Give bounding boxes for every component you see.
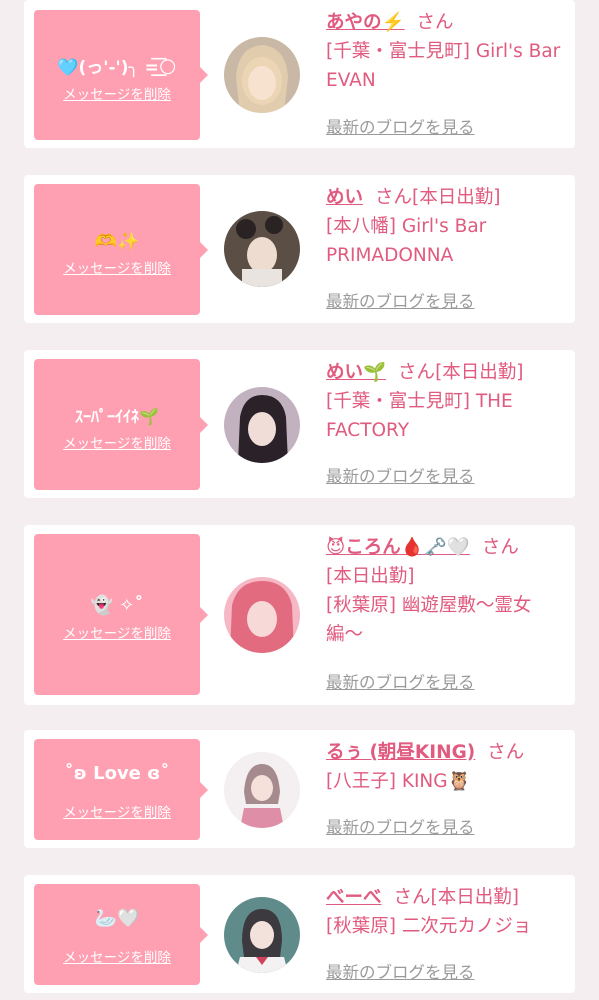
latest-blog-link[interactable]: 最新のブログを見る: [326, 288, 475, 312]
delete-message-link[interactable]: メッセージを削除: [34, 804, 200, 822]
latest-blog-link[interactable]: 最新のブログを見る: [326, 814, 475, 838]
message-card: ˚ʚ Love ɞ˚ メッセージを削除 るぅ (朝昼KING) さん [八王子] …: [24, 730, 575, 848]
attendance-status: [本日出勤]: [430, 887, 519, 908]
avatar[interactable]: [224, 752, 300, 828]
honorific: さん: [393, 887, 431, 908]
message-text: 🩵(っ'-')╮ =͟͟͞͞🌕: [57, 57, 177, 78]
latest-blog-link[interactable]: 最新のブログを見る: [326, 114, 475, 138]
girl-info: めい🌱 さん[本日出勤] [千葉・富士見町] THE FACTORY: [326, 358, 566, 445]
shop-name: [千葉・富士見町] THE FACTORY: [326, 391, 513, 441]
avatar[interactable]: [224, 577, 300, 653]
delete-message-link[interactable]: メッセージを削除: [34, 625, 200, 643]
message-card: 🦢🤍 メッセージを削除 べーべ さん[本日出勤] [秋葉原] 二次元カノジョ 最新…: [24, 875, 575, 993]
message-card: 🫶✨ メッセージを削除 めい さん[本日出勤] [本八幡] Girl's Bar …: [24, 175, 575, 323]
latest-blog-link[interactable]: 最新のブログを見る: [326, 669, 475, 693]
shop-name: [秋葉原] 二次元カノジョ: [326, 916, 532, 937]
delete-message-link[interactable]: メッセージを削除: [34, 260, 200, 278]
message-bubble: 🫶✨ メッセージを削除: [34, 184, 208, 315]
honorific: さん: [398, 362, 436, 383]
girl-name-link[interactable]: あやの⚡️: [326, 12, 405, 33]
avatar[interactable]: [224, 211, 300, 287]
message-bubble: ｽｰﾊﾟｰｲｲﾈ🌱 メッセージを削除: [34, 359, 208, 490]
latest-blog-link[interactable]: 最新のブログを見る: [326, 959, 475, 983]
girl-name-link[interactable]: 😈ころん🩸🗝️🤍: [326, 537, 470, 558]
avatar[interactable]: [224, 387, 300, 463]
honorific: さん: [481, 537, 519, 558]
girl-info: べーべ さん[本日出勤] [秋葉原] 二次元カノジョ: [326, 883, 566, 941]
girl-info: めい さん[本日出勤] [本八幡] Girl's Bar PRIMADONNA: [326, 183, 566, 270]
girl-info: 😈ころん🩸🗝️🤍 さん [本日出勤] [秋葉原] 幽遊屋敷〜霊女編〜: [326, 533, 566, 649]
avatar[interactable]: [224, 897, 300, 973]
delete-message-link[interactable]: メッセージを削除: [34, 86, 200, 104]
shop-name: [秋葉原] 幽遊屋敷〜霊女編〜: [326, 595, 532, 645]
shop-name: [千葉・富士見町] Girl's Bar EVAN: [326, 41, 561, 91]
attendance-status: [本日出勤]: [412, 187, 501, 208]
message-text: 🦢🤍: [94, 908, 140, 930]
message-text: 👻 ✧˚: [90, 595, 144, 617]
girl-name-link[interactable]: るぅ (朝昼KING): [326, 742, 475, 763]
message-card: ｽｰﾊﾟｰｲｲﾈ🌱 メッセージを削除 めい🌱 さん[本日出勤] [千葉・富士見町]…: [24, 350, 575, 498]
shop-name: [本八幡] Girl's Bar PRIMADONNA: [326, 216, 487, 266]
honorific: さん: [487, 742, 525, 763]
attendance-status: [本日出勤]: [326, 566, 415, 587]
message-card: 🩵(っ'-')╮ =͟͟͞͞🌕 メッセージを削除 あやの⚡️ さん [千葉・富士見…: [24, 0, 575, 148]
girl-info: あやの⚡️ さん [千葉・富士見町] Girl's Bar EVAN: [326, 8, 566, 95]
latest-blog-link[interactable]: 最新のブログを見る: [326, 463, 475, 487]
message-bubble: 👻 ✧˚ メッセージを削除: [34, 534, 208, 695]
message-text: 🫶✨: [94, 231, 140, 253]
message-text: ｽｰﾊﾟｰｲｲﾈ🌱: [75, 407, 159, 427]
avatar[interactable]: [224, 37, 300, 113]
girl-name-link[interactable]: めい: [326, 187, 363, 208]
girl-name-link[interactable]: べーべ: [326, 887, 382, 908]
girl-info: るぅ (朝昼KING) さん [八王子] KING🦉: [326, 738, 566, 796]
delete-message-link[interactable]: メッセージを削除: [34, 435, 200, 453]
honorific: さん: [416, 12, 454, 33]
honorific: さん: [375, 187, 413, 208]
message-bubble: 🦢🤍 メッセージを削除: [34, 884, 208, 985]
delete-message-link[interactable]: メッセージを削除: [34, 949, 200, 967]
shop-name: [八王子] KING🦉: [326, 771, 471, 792]
message-text: ˚ʚ Love ɞ˚: [64, 763, 170, 785]
message-card: 👻 ✧˚ メッセージを削除 😈ころん🩸🗝️🤍 さん [本日出勤] [秋葉原] 幽遊…: [24, 525, 575, 705]
girl-name-link[interactable]: めい🌱: [326, 362, 386, 383]
message-bubble: ˚ʚ Love ɞ˚ メッセージを削除: [34, 739, 208, 840]
attendance-status: [本日出勤]: [435, 362, 524, 383]
message-bubble: 🩵(っ'-')╮ =͟͟͞͞🌕 メッセージを削除: [34, 10, 208, 140]
